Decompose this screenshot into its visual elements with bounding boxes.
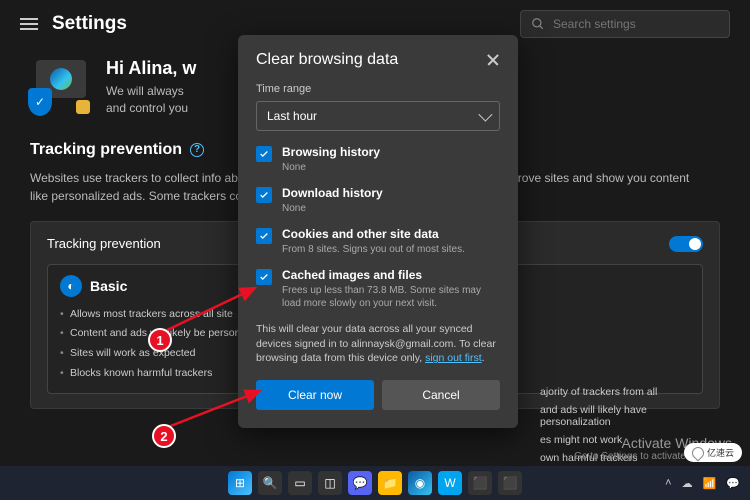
checkbox-icon[interactable]: [256, 146, 272, 162]
clear-data-dialog: Clear browsing data Time range Last hour…: [238, 35, 518, 428]
greeting-line2: and control you: [106, 100, 196, 117]
corner-logo: 亿速云: [684, 443, 742, 462]
card-title: Tracking prevention: [47, 236, 161, 251]
tracking-toggle[interactable]: [669, 236, 703, 252]
notification-icon[interactable]: 💬: [726, 477, 740, 490]
profile-icon: ✓: [30, 58, 88, 116]
option-download-history[interactable]: Download history None: [256, 186, 500, 215]
shield-icon: ✓: [28, 88, 52, 116]
page-title: Settings: [52, 13, 127, 35]
tray-chevron-icon[interactable]: ˄: [665, 477, 671, 489]
time-range-label: Time range: [256, 83, 500, 95]
word-icon[interactable]: W: [438, 471, 462, 495]
chat-icon[interactable]: 💬: [348, 471, 372, 495]
time-range-value: Last hour: [267, 109, 317, 123]
app-icon[interactable]: ⬛: [498, 471, 522, 495]
taskview-icon[interactable]: ▭: [288, 471, 312, 495]
option-cached[interactable]: Cached images and files Frees up less th…: [256, 268, 500, 310]
taskbar: ⊞ 🔍 ▭ ◫ 💬 📁 ◉ W ⬛ ⬛ ˄ ☁ 📶 💬: [0, 466, 750, 500]
edge-icon[interactable]: ◉: [408, 471, 432, 495]
option-cookies[interactable]: Cookies and other site data From 8 sites…: [256, 227, 500, 256]
search-input[interactable]: [553, 17, 719, 31]
annotation-badge-1: 1: [148, 328, 172, 352]
time-range-dropdown[interactable]: Last hour: [256, 101, 500, 131]
sync-notice: This will clear your data across all you…: [256, 322, 500, 366]
annotation-badge-2: 2: [152, 424, 176, 448]
close-icon[interactable]: [486, 53, 500, 67]
clear-now-button[interactable]: Clear now: [256, 380, 374, 410]
wifi-icon[interactable]: 📶: [703, 477, 717, 490]
cancel-button[interactable]: Cancel: [382, 380, 500, 410]
dialog-title: Clear browsing data: [256, 51, 398, 69]
basic-name: Basic: [90, 278, 127, 294]
search-box[interactable]: [520, 10, 730, 38]
sign-out-link[interactable]: sign out first: [425, 352, 482, 364]
system-tray[interactable]: ˄ ☁ 📶 💬: [665, 477, 740, 490]
explorer-icon[interactable]: 📁: [378, 471, 402, 495]
basic-icon: ◐: [60, 275, 82, 297]
lock-icon: [76, 100, 90, 114]
greeting-title: Hi Alina, w: [106, 58, 196, 79]
search-icon: [531, 17, 545, 31]
cloud-icon[interactable]: ☁: [682, 477, 693, 490]
checkbox-icon[interactable]: [256, 228, 272, 244]
start-icon[interactable]: ⊞: [228, 471, 252, 495]
checkbox-icon[interactable]: [256, 269, 272, 285]
option-browsing-history[interactable]: Browsing history None: [256, 145, 500, 174]
widgets-icon[interactable]: ◫: [318, 471, 342, 495]
section-title: Tracking prevention: [30, 141, 182, 159]
app-icon[interactable]: ⬛: [468, 471, 492, 495]
greeting-line1: We will always: [106, 83, 196, 100]
chevron-down-icon: [478, 108, 492, 122]
menu-button[interactable]: [20, 18, 38, 30]
checkbox-icon[interactable]: [256, 187, 272, 203]
help-icon[interactable]: ?: [190, 143, 204, 157]
edge-logo-icon: [50, 68, 72, 90]
search-taskbar-icon[interactable]: 🔍: [258, 471, 282, 495]
